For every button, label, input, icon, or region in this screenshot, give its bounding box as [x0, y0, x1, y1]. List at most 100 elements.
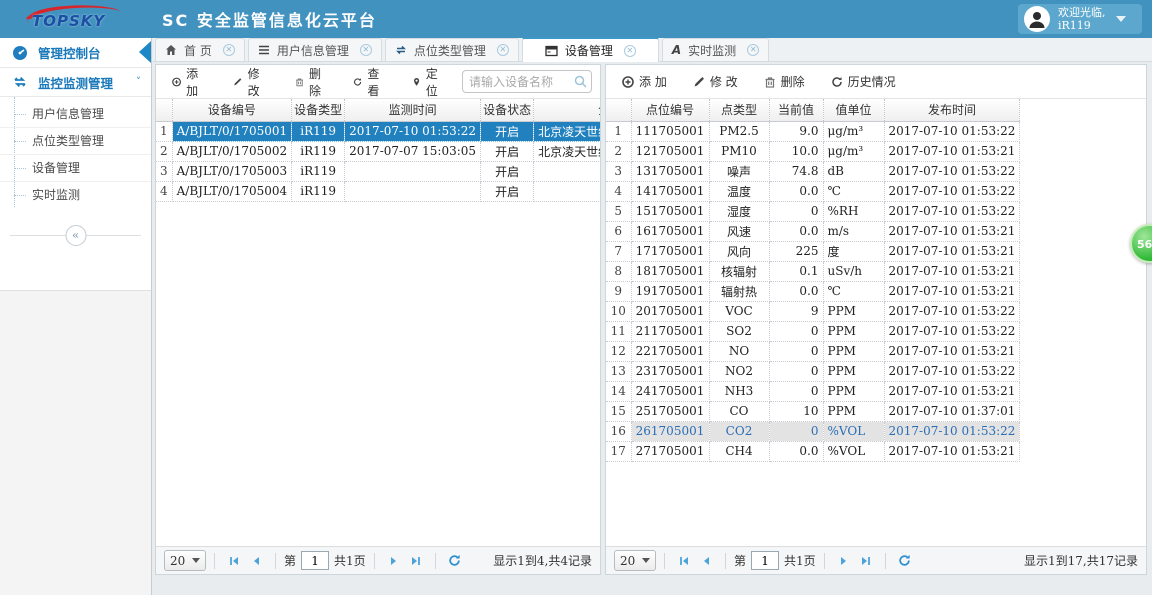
- device-toolbar: 添 加 修 改 删除 查看 定位 请输入设备名称: [156, 65, 600, 99]
- column-header[interactable]: 点位编号: [631, 99, 710, 122]
- sidebar-group-monitor[interactable]: 监控监测管理 ˅: [0, 67, 151, 96]
- tab-device-management[interactable]: 设备管理 ✕: [521, 37, 659, 62]
- table-row[interactable]: 15 251705001 CO 10 PPM 2017-07-10 01:37:01: [606, 401, 1021, 422]
- table-row[interactable]: 2 121705001 PM10 10.0 μg/m³ 2017-07-10 01:53:…: [606, 141, 1021, 162]
- reload-button[interactable]: [894, 550, 916, 572]
- edit-button[interactable]: 修 改: [685, 69, 746, 94]
- edit-button[interactable]: 修 改: [225, 65, 276, 103]
- tab-close-icon[interactable]: ✕: [747, 44, 760, 56]
- table-row[interactable]: 12 221705001 NO 0 PPM 2017-07-10 01:53:21: [606, 341, 1021, 362]
- table-row[interactable]: 16 261705001 CO2 0 %VOL 2017-07-10 01:53:22: [606, 421, 1021, 442]
- tab-close-icon[interactable]: ✕: [496, 44, 509, 56]
- column-header[interactable]: 设备类型: [291, 99, 346, 122]
- table-cell: 辐射热: [709, 281, 770, 302]
- history-button[interactable]: 历史情况: [823, 69, 904, 94]
- page-title: SC 安全监管信息化云平台: [162, 11, 377, 30]
- tab-close-icon[interactable]: ✕: [623, 44, 636, 57]
- table-row[interactable]: 4 A/BJLT/0/1705004 iR119 开启: [156, 181, 600, 202]
- prev-page-button[interactable]: [695, 550, 717, 572]
- table-cell: 10: [769, 401, 824, 422]
- add-button[interactable]: 添 加: [164, 65, 215, 103]
- table-cell: 191705001: [631, 281, 710, 302]
- column-header-rownum[interactable]: [156, 99, 173, 122]
- page-number-input[interactable]: [751, 551, 780, 570]
- panel-icon: [545, 45, 558, 57]
- table-cell: CO: [709, 401, 770, 422]
- tab-user-info[interactable]: 用户信息管理 ✕: [247, 38, 382, 61]
- table-row[interactable]: 11 211705001 SO2 0 PPM 2017-07-10 01:53:22: [606, 321, 1021, 342]
- column-header[interactable]: 值单位: [823, 99, 885, 122]
- first-page-button[interactable]: [673, 550, 695, 572]
- table-row[interactable]: 10 201705001 VOC 9 PPM 2017-07-10 01:53:22: [606, 301, 1021, 322]
- table-row[interactable]: 1 111705001 PM2.5 9.0 μg/m³ 2017-07-10 01:53:…: [606, 121, 1021, 142]
- column-header[interactable]: 当前值: [769, 99, 824, 122]
- sidebar-collapse-button[interactable]: «: [65, 225, 86, 246]
- pencil-icon: [694, 76, 704, 86]
- column-header[interactable]: 设备状态: [480, 99, 535, 122]
- refresh-icon: [354, 77, 362, 86]
- column-header[interactable]: 设备编号: [172, 99, 293, 122]
- avatar: [1024, 6, 1050, 32]
- page-size-select[interactable]: 20: [614, 550, 656, 571]
- tab-realtime-monitor[interactable]: A 实时监测 ✕: [661, 38, 770, 61]
- table-cell: 0: [769, 421, 824, 442]
- table-cell: 9.0: [769, 121, 824, 142]
- page-number-input[interactable]: [301, 551, 330, 570]
- tab-label: 实时监测: [688, 43, 737, 58]
- table-cell: PM10: [709, 141, 770, 162]
- table-row[interactable]: 3 131705001 噪声 74.8 dB 2017-07-10 01:53:22: [606, 161, 1021, 182]
- column-header[interactable]: 点类型: [709, 99, 770, 122]
- table-row[interactable]: 6 161705001 风速 0.0 m/s 2017-07-10 01:53:21: [606, 221, 1021, 242]
- table-row[interactable]: 14 241705001 NH3 0 PPM 2017-07-10 01:53:21: [606, 381, 1021, 402]
- tab-close-icon[interactable]: ✕: [222, 44, 235, 56]
- sidebar-item-user-info[interactable]: 用户信息管理: [0, 101, 151, 128]
- column-header[interactable]: 发布时间: [884, 99, 1021, 122]
- delete-button[interactable]: 删除: [756, 69, 813, 94]
- table-cell: 10: [606, 301, 632, 322]
- search-icon[interactable]: [574, 75, 587, 91]
- next-page-button[interactable]: [833, 550, 855, 572]
- sidebar-item-device[interactable]: 设备管理: [0, 155, 151, 182]
- tab-home[interactable]: 首 页 ✕: [155, 38, 245, 61]
- last-page-button[interactable]: [405, 550, 427, 572]
- tab-close-icon[interactable]: ✕: [359, 44, 372, 56]
- column-header-rownum[interactable]: [606, 99, 632, 122]
- sidebar-item-point-type[interactable]: 点位类型管理: [0, 128, 151, 155]
- table-row[interactable]: 7 171705001 风向 225 度 2017-07-10 01:53:21: [606, 241, 1021, 262]
- table-row[interactable]: 8 181705001 核辐射 0.1 uSv/h 2017-07-10 01:53:21: [606, 261, 1021, 282]
- table-cell: PPM: [823, 381, 885, 402]
- column-header[interactable]: 企业名称: [533, 99, 600, 122]
- sidebar-item-console[interactable]: 管理控制台: [0, 38, 151, 67]
- table-cell: 161705001: [631, 221, 710, 242]
- reload-button[interactable]: [444, 550, 466, 572]
- table-cell: 0: [769, 201, 824, 222]
- panel-collapse-arrow-icon[interactable]: [139, 41, 151, 63]
- table-row[interactable]: 4 141705001 温度 0.0 ℃ 2017-07-10 01:53:22: [606, 181, 1021, 202]
- tab-point-type[interactable]: 点位类型管理 ✕: [384, 38, 519, 61]
- locate-button[interactable]: 定位: [404, 65, 452, 103]
- first-page-button[interactable]: [223, 550, 245, 572]
- app-header: TOPSKY SC 安全监管信息化云平台 欢迎光临, iR119: [0, 0, 1152, 38]
- dashboard-icon: [13, 45, 27, 60]
- table-cell: PPM: [823, 361, 885, 382]
- prev-page-button[interactable]: [245, 550, 267, 572]
- table-row[interactable]: 2 A/BJLT/0/1705002 iR119 2017-07-07 15:03:0…: [156, 141, 600, 162]
- delete-button[interactable]: 删除: [287, 65, 335, 103]
- next-page-button[interactable]: [383, 550, 405, 572]
- table-row[interactable]: 17 271705001 CH4 0.0 %VOL 2017-07-10 01:53:21: [606, 441, 1021, 462]
- table-row[interactable]: 1 A/BJLT/0/1705001 iR119 2017-07-10 01:53:2…: [156, 121, 600, 142]
- table-cell: iR119: [291, 161, 346, 182]
- sidebar-item-realtime[interactable]: 实时监测: [0, 182, 151, 209]
- last-page-button[interactable]: [855, 550, 877, 572]
- table-cell: 231705001: [631, 361, 710, 382]
- page-size-select[interactable]: 20: [164, 550, 206, 571]
- view-button[interactable]: 查看: [345, 65, 393, 103]
- add-button[interactable]: 添 加: [614, 69, 675, 94]
- user-menu[interactable]: 欢迎光临, iR119: [1018, 4, 1142, 34]
- column-header[interactable]: 监测时间: [344, 99, 482, 122]
- device-search-input[interactable]: [462, 70, 592, 93]
- table-row[interactable]: 9 191705001 辐射热 0.0 ℃ 2017-07-10 01:53:21: [606, 281, 1021, 302]
- table-row[interactable]: 3 A/BJLT/0/1705003 iR119 开启: [156, 161, 600, 182]
- table-row[interactable]: 13 231705001 NO2 0 PPM 2017-07-10 01:53:22: [606, 361, 1021, 382]
- table-row[interactable]: 5 151705001 湿度 0 %RH 2017-07-10 01:53:22: [606, 201, 1021, 222]
